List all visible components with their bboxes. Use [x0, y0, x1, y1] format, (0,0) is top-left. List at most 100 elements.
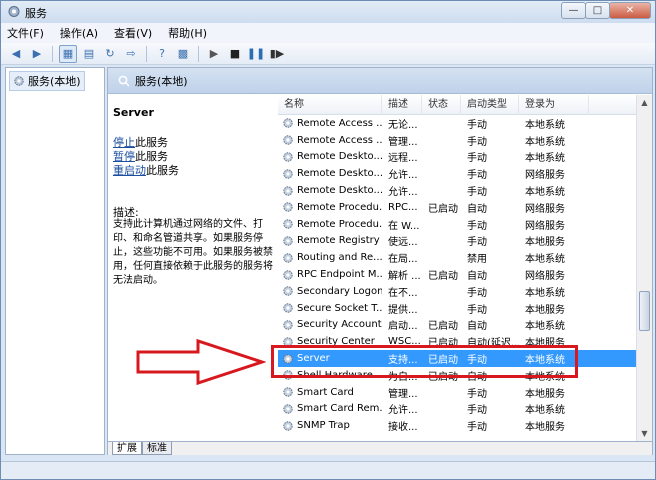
table-row[interactable]: SNMP Trap 接收... 手动 本地服务	[278, 417, 636, 434]
service-description-cell: 提供...	[388, 304, 418, 316]
column-header-description[interactable]: 描述	[382, 95, 422, 115]
stop-icon: ■	[229, 47, 241, 60]
table-row[interactable]: Security Account... 启动... 已启动 自动 本地系统	[278, 317, 636, 334]
service-startup-type-cell: 自动	[467, 321, 487, 333]
scroll-down-icon[interactable]: ▼	[637, 426, 652, 441]
export-icon: ⇨	[126, 47, 136, 60]
forward-button[interactable]: ▶	[28, 45, 46, 63]
stop-service-button[interactable]: ■	[226, 45, 244, 63]
service-description-cell: 管理...	[388, 136, 418, 148]
service-logon-cell: 本地系统	[525, 119, 565, 131]
close-icon: ✕	[625, 5, 635, 16]
show-tree-button[interactable]: ▦	[59, 44, 77, 63]
tab-standard[interactable]: 标准	[142, 442, 172, 455]
refresh-button[interactable]: ↻	[101, 45, 119, 63]
toolbar: ◀ ▶ ▦ ▤ ↻ ⇨ ? ▩ ▶ ■ ❚❚ ▮▶	[1, 43, 655, 65]
service-logon-cell: 本地服务	[525, 237, 565, 249]
table-row[interactable]: Smart Card 管理... 手动 本地服务	[278, 384, 636, 401]
column-header-logon-as[interactable]: 登录为	[519, 95, 589, 115]
service-logon-cell: 网络服务	[525, 271, 565, 283]
forward-arrow-icon: ▶	[32, 47, 42, 60]
scroll-up-icon[interactable]: ▲	[637, 95, 652, 110]
service-gear-icon	[283, 118, 293, 129]
service-gear-icon	[283, 421, 293, 431]
table-row[interactable]: Remote Procedu... 在 W... 手动 网络服务	[278, 216, 636, 233]
play-icon: ▶	[209, 47, 219, 60]
stop-link-suffix: 此服务	[135, 136, 168, 149]
service-startup-type-cell: 手动	[467, 220, 487, 232]
console-tree: 服务(本地)	[5, 67, 105, 455]
table-row[interactable]: Remote Access ... 管理... 手动 本地系统	[278, 132, 636, 149]
selected-service-name: Server	[113, 106, 154, 119]
service-description-cell: 远程...	[388, 153, 418, 165]
tree-node-label: 服务(本地)	[28, 75, 81, 88]
vertical-scrollbar[interactable]: ▲ ▼	[636, 95, 652, 441]
service-description-cell: RPC...	[388, 201, 418, 213]
service-name-cell: SNMP Trap	[297, 420, 350, 432]
minimize-icon: —	[568, 5, 579, 16]
service-description-cell: 管理...	[388, 388, 418, 400]
red-pointer-arrow	[136, 338, 266, 386]
table-row[interactable]: Smart Card Rem... 允许... 手动 本地系统	[278, 401, 636, 418]
help-button[interactable]: ?	[153, 45, 171, 63]
service-logon-cell: 本地系统	[525, 136, 565, 148]
service-logon-cell: 本地服务	[525, 422, 565, 434]
menu-view[interactable]: 查看(V)	[114, 25, 152, 41]
view-tabs: 扩展 标准	[108, 441, 652, 455]
stop-service-link[interactable]: 停止	[113, 136, 135, 149]
restart-service-link[interactable]: 重启动	[113, 164, 146, 177]
pause-service-button[interactable]: ❚❚	[247, 45, 265, 63]
service-logon-cell: 网络服务	[525, 170, 565, 182]
service-startup-type-cell: 手动	[467, 237, 487, 249]
export-list-button[interactable]: ⇨	[122, 45, 140, 63]
back-button[interactable]: ◀	[7, 45, 25, 63]
table-row[interactable]: Remote Registry 使远... 手动 本地服务	[278, 233, 636, 250]
service-description-cell: 在局...	[388, 254, 418, 266]
tab-extended[interactable]: 扩展	[112, 442, 142, 455]
toolbar-separator	[198, 45, 199, 62]
service-startup-type-cell: 自动	[467, 203, 487, 215]
column-header-status[interactable]: 状态	[422, 95, 461, 115]
pause-icon: ❚❚	[246, 47, 266, 60]
properties-button[interactable]: ▤	[80, 45, 98, 63]
menu-file[interactable]: 文件(F)	[7, 25, 44, 41]
menu-bar: 文件(F) 操作(A) 查看(V) 帮助(H)	[1, 23, 655, 43]
table-row[interactable]: Secondary Logon 在不... 手动 本地系统	[278, 283, 636, 300]
close-button[interactable]: ✕	[609, 2, 651, 19]
column-header-name[interactable]: 名称	[278, 95, 382, 115]
minimize-button[interactable]: —	[561, 2, 586, 19]
service-gear-icon	[283, 185, 293, 196]
table-row[interactable]: Remote Deskto... 允许... 手动 本地系统	[278, 182, 636, 199]
show-hide-action-pane-button[interactable]: ▩	[174, 45, 192, 63]
table-row[interactable]: Remote Deskto... 允许... 手动 网络服务	[278, 165, 636, 182]
service-gear-icon	[283, 404, 293, 414]
tree-node-services-local[interactable]: 服务(本地)	[9, 71, 85, 91]
pause-service-link[interactable]: 暂停	[113, 150, 135, 163]
service-status-cell: 已启动	[428, 321, 458, 333]
column-header-startup-type[interactable]: 启动类型	[461, 95, 519, 115]
gear-icon	[14, 76, 24, 86]
table-row[interactable]: Remote Access ... 无论... 手动 本地系统	[278, 115, 636, 132]
maximize-button[interactable]: □	[585, 2, 610, 19]
services-list: 名称 描述 状态 启动类型 登录为 Remote Access ... 无论...…	[278, 95, 636, 441]
service-gear-icon	[283, 152, 293, 162]
table-row[interactable]: Routing and Re... 在局... 禁用 本地系统	[278, 249, 636, 266]
table-row[interactable]: Remote Procedu... RPC... 已启动 自动 网络服务	[278, 199, 636, 216]
service-gear-icon	[283, 169, 293, 179]
start-service-button[interactable]: ▶	[205, 45, 223, 63]
table-row[interactable]: Secure Socket T... 提供... 手动 本地服务	[278, 300, 636, 317]
service-description-cell: 在不...	[388, 287, 418, 299]
restart-service-button[interactable]: ▮▶	[268, 45, 286, 63]
scroll-thumb[interactable]	[639, 291, 650, 331]
window-title: 服务	[25, 7, 47, 20]
service-logon-cell: 本地系统	[525, 254, 565, 266]
table-row[interactable]: RPC Endpoint M... 解析 ... 已启动 自动 网络服务	[278, 266, 636, 283]
service-startup-type-cell: 自动	[467, 271, 487, 283]
menu-help[interactable]: 帮助(H)	[168, 25, 207, 41]
table-row[interactable]: Remote Deskto... 远程... 手动 本地系统	[278, 149, 636, 166]
service-startup-type-cell: 手动	[467, 304, 487, 316]
service-description-cell: 无论...	[388, 119, 418, 131]
service-name-cell: Routing and Re...	[297, 252, 382, 264]
service-logon-cell: 本地服务	[525, 388, 565, 400]
menu-action[interactable]: 操作(A)	[60, 25, 98, 41]
